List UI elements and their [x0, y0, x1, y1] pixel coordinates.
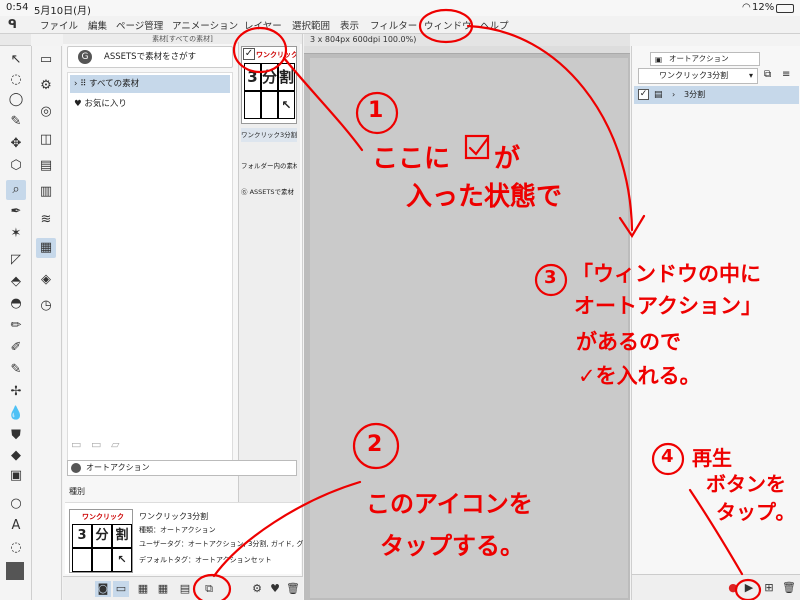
annotation-number-2: 2 — [367, 432, 383, 457]
annotation-4-line3: タップ。 — [716, 500, 796, 524]
annotation-number-4: 4 — [661, 446, 674, 467]
annotation-2-line1: このアイコンを — [366, 490, 533, 518]
annotation-3-line3: があるので — [576, 330, 681, 354]
annotation-1-line1b: が — [494, 144, 521, 174]
annotation-3-line1: 「ウィンドウの中に — [572, 262, 761, 286]
annotation-4-line2: ボタンを — [706, 472, 786, 496]
annotation-number-3: 3 — [544, 267, 557, 288]
annotation-1-line2: 入った状態で — [406, 182, 563, 212]
annotation-1-line1: ここに — [372, 144, 451, 174]
annotation-3-line4: ✓を入れる。 — [578, 364, 701, 388]
annotation-4-line1: 再生 — [692, 446, 732, 470]
annotation-3-line2: オートアクション」 — [574, 294, 762, 318]
annotation-2-line2: タップする。 — [380, 532, 524, 560]
annotation-number-1: 1 — [368, 98, 384, 123]
